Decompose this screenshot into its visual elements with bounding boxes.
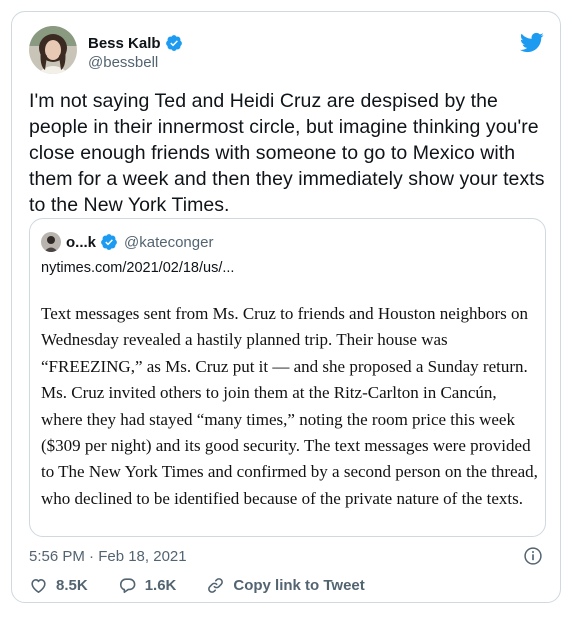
like-count: 8.5K <box>56 576 88 594</box>
quoted-author-handle[interactable]: @kateconger <box>124 234 213 251</box>
reply-button[interactable]: 1.6K <box>118 576 177 595</box>
author-name[interactable]: Bess Kalb <box>88 34 183 52</box>
info-icon[interactable] <box>523 546 543 566</box>
author-name-text[interactable]: Bess Kalb <box>88 35 161 52</box>
like-button[interactable]: 8.5K <box>29 576 88 595</box>
tweet-actions: 8.5K 1.6K Copy link to Tweet <box>29 574 395 596</box>
tweet-text: I'm not saying Ted and Heidi Cruz are de… <box>29 90 545 216</box>
copy-link-button[interactable]: Copy link to Tweet <box>206 576 365 595</box>
author-avatar[interactable] <box>29 26 77 74</box>
heart-icon <box>31 578 46 593</box>
author-handle[interactable]: @bessbell <box>88 54 158 71</box>
twitter-bird-icon[interactable] <box>519 30 544 55</box>
reply-icon <box>119 577 136 593</box>
verified-badge-icon <box>101 234 117 250</box>
copy-link-label[interactable]: Copy link to Tweet <box>233 577 364 594</box>
quoted-link[interactable]: nytimes.com/2021/02/18/us/... <box>41 260 234 276</box>
quoted-author-name[interactable]: o...k @kateconger <box>66 233 213 251</box>
quoted-author-name-text[interactable]: o...k <box>66 234 96 251</box>
quoted-author-avatar[interactable] <box>41 232 61 252</box>
tweet-timestamp[interactable]: 5:56 PM · Feb 18, 2021 <box>29 548 187 565</box>
quoted-text: Text messages sent from Ms. Cruz to frie… <box>41 304 538 508</box>
tweet-card: Bess Kalb @bessbell I'm not saying Ted a… <box>11 11 561 603</box>
quoted-tweet[interactable]: o...k @kateconger nytimes.com/2021/02/18… <box>29 218 546 537</box>
verified-badge-icon <box>165 35 182 51</box>
reply-count: 1.6K <box>144 576 177 594</box>
link-icon <box>208 577 224 593</box>
